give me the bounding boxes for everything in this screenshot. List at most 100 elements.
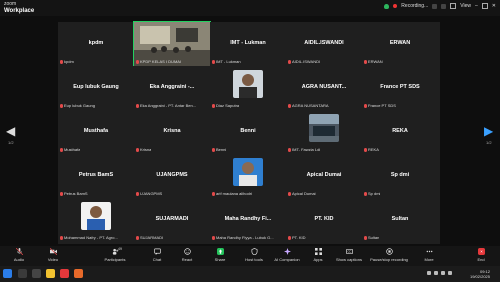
zoom-taskbar-icon[interactable]	[18, 269, 27, 278]
participant-name-large: Sultan	[391, 216, 409, 222]
participant-name: Musthafa	[64, 147, 81, 152]
participant-tile[interactable]: arif maulana alihodri	[210, 154, 286, 198]
profile-photo	[81, 202, 111, 230]
mic-muted-icon	[136, 235, 139, 240]
file-explorer-icon[interactable]	[46, 269, 55, 278]
participant-name: KPDP KELAS I DUMAI	[140, 59, 182, 64]
view-menu[interactable]: View	[460, 3, 471, 9]
participant-name-large: Eup lubuk Gaung	[73, 84, 119, 90]
participant-name-large: Krisna	[163, 128, 181, 134]
task-view-icon[interactable]	[32, 269, 41, 278]
participant-name-large: Maha Randhy Fi...	[224, 216, 272, 222]
video-label: Video	[47, 257, 59, 262]
participant-tile[interactable]: AGRA NUSANT... AGRA NUSANTARA	[286, 66, 362, 110]
pause-stop-recording-button[interactable]: Pause/stop recording	[370, 248, 408, 262]
chevron-up-icon[interactable]	[427, 271, 431, 275]
participant-name-large: Musthafa	[83, 128, 109, 134]
end-meeting-button[interactable]: × End	[464, 248, 498, 262]
security-shield-icon[interactable]	[384, 3, 390, 9]
participant-name: REKA	[368, 147, 379, 152]
share-label: Share	[214, 257, 226, 262]
participant-tile-active-speaker[interactable]: KPDP KELAS I DUMAI	[133, 21, 211, 67]
participant-tile[interactable]: Eup lubuk Gaung Eup lubuk Gaung	[58, 66, 134, 110]
participant-tile[interactable]: Benni Benni	[210, 110, 286, 154]
participant-tile[interactable]: AIDIL.ISWANDI AIDIL.ISWANDI	[286, 22, 362, 66]
participant-name-large: kpdm	[88, 40, 104, 46]
participant-tile[interactable]: UJANGPMS UJANGPMS	[134, 154, 210, 198]
ai-companion-button[interactable]: AI Companion	[270, 248, 304, 262]
react-button[interactable]: React	[170, 248, 204, 262]
host-tools-button[interactable]: Host tools	[237, 248, 271, 262]
participant-tile[interactable]: IMT - Lukman IMT - Lukman	[210, 22, 286, 66]
mic-muted-icon	[212, 147, 215, 152]
participant-tile[interactable]: ERWAN ERWAN	[362, 22, 438, 66]
volume-icon[interactable]	[441, 271, 445, 275]
participants-count: 49	[118, 247, 122, 251]
minimize-icon[interactable]: –	[475, 3, 478, 9]
ai-companion-label: AI Companion	[274, 257, 300, 262]
more-button[interactable]: More	[412, 248, 446, 262]
participant-name: Maha Randhy Fiyya - Lubuk G...	[216, 235, 274, 240]
chat-button[interactable]: Chat	[140, 248, 174, 262]
participant-tile[interactable]: Sultan Sultan	[362, 198, 438, 242]
app-orange-icon[interactable]	[74, 269, 83, 278]
app-red-icon[interactable]	[60, 269, 69, 278]
share-screen-icon	[216, 248, 224, 255]
participant-name: AIDIL.ISWANDI	[292, 59, 321, 64]
participant-tile[interactable]: Krisna Krisna	[134, 110, 210, 154]
svg-text:CC: CC	[347, 250, 351, 254]
next-page-arrow-icon[interactable]: ▶	[484, 124, 493, 138]
participant-name: IMT - Lukman	[216, 59, 241, 64]
participant-name-large: IMT - Lukman	[230, 40, 266, 46]
pause-recording-icon[interactable]	[432, 3, 438, 9]
participant-name: Benni	[216, 147, 227, 152]
more-label: More	[424, 257, 434, 262]
participant-tile[interactable]: Eka Anggraini -... Eka Anggraini - PT. A…	[134, 66, 210, 110]
participant-tile[interactable]: Diaz Saputra	[210, 66, 286, 110]
windows-start-icon[interactable]	[3, 269, 12, 278]
participant-name-large: SUJARMADI	[155, 216, 189, 222]
participant-tile[interactable]: France PT SDS France PT SDS	[362, 66, 438, 110]
host-tools-label: Host tools	[245, 257, 263, 262]
video-button[interactable]: Video	[36, 248, 70, 262]
participant-tile[interactable]: kpdm kpdm	[58, 22, 134, 66]
participants-label: Participants	[104, 257, 126, 262]
participant-name-large: Eka Anggraini -...	[149, 84, 195, 90]
previous-page-arrow-icon[interactable]: ◀	[6, 124, 15, 138]
participant-tile[interactable]: REKA REKA	[362, 110, 438, 154]
brand-zoom: zoom	[4, 1, 17, 7]
participant-name: PT. KID	[292, 235, 306, 240]
brand-workplace: Workplace	[4, 8, 35, 14]
recording-dot-icon	[393, 4, 398, 8]
apps-button[interactable]: Apps	[301, 248, 335, 262]
mic-muted-icon	[136, 59, 139, 64]
wifi-icon[interactable]	[434, 271, 438, 275]
share-button[interactable]: Share	[203, 248, 237, 262]
chat-icon	[153, 248, 161, 255]
audio-label: Audio	[13, 257, 25, 262]
participant-tile[interactable]: SUJARMADI SUJARMADI	[134, 198, 210, 242]
close-icon[interactable]: ✕	[492, 3, 496, 9]
participant-tile[interactable]: Musthafa Musthafa	[58, 110, 134, 154]
mic-muted-icon	[136, 191, 139, 196]
mic-muted-icon	[364, 235, 367, 240]
mic-muted-icon	[136, 103, 139, 108]
audio-button[interactable]: Audio	[2, 248, 36, 262]
participant-tile[interactable]: Petrus BamS Petrus BamS	[58, 154, 134, 198]
participant-tile[interactable]: Sp dmi Sp dmi	[362, 154, 438, 198]
participant-tile[interactable]: Mohammad Nafry - PT. Agro...	[58, 198, 134, 242]
participant-tile[interactable]: PT. KID PT. KID	[286, 198, 362, 242]
participant-tile[interactable]: Apical Dumai Apical Dumai	[286, 154, 362, 198]
show-captions-button[interactable]: CC Show captions	[332, 248, 366, 262]
participant-name: ERWAN	[368, 59, 383, 64]
participant-tile[interactable]: Maha Randhy Fi... Maha Randhy Fiyya - Lu…	[210, 198, 286, 242]
clock[interactable]: 09:12 19/02/2025	[470, 269, 490, 279]
participant-tile[interactable]: IMT- Fawzia Ldi	[286, 110, 362, 154]
gallery-view: kpdm kpdm KPDP KELAS I DUMAI IMT - Lukma…	[58, 21, 440, 244]
maximize-icon[interactable]	[481, 3, 488, 9]
participant-name-large: Sp dmi	[390, 172, 410, 178]
stop-recording-icon[interactable]	[441, 3, 447, 9]
mic-muted-icon	[364, 103, 367, 108]
participants-button[interactable]: Participants 49	[98, 247, 132, 262]
battery-icon[interactable]	[448, 271, 452, 275]
